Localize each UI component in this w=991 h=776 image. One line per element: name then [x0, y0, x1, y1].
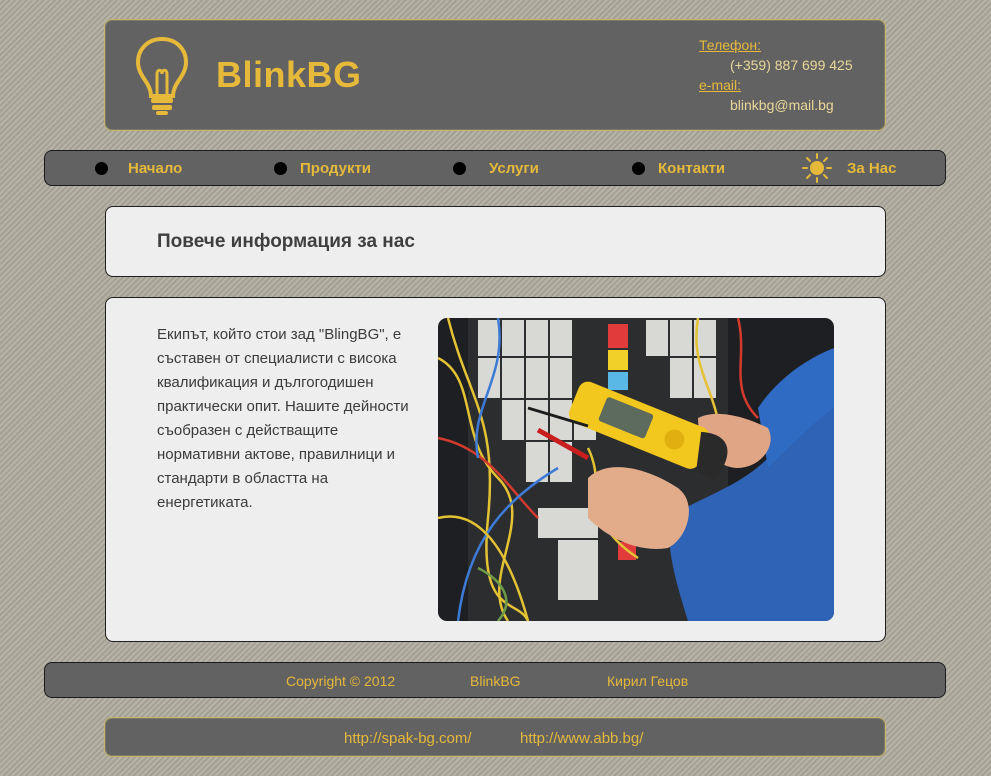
nav-label-products[interactable]: Продукти — [300, 160, 371, 177]
nav-label-services[interactable]: Услуги — [489, 160, 539, 177]
footer: Copyright © 2012 BlinkBG Кирил Гецов — [44, 662, 946, 698]
nav-label-home[interactable]: Начало — [128, 160, 182, 177]
nav-label-contacts[interactable]: Контакти — [658, 160, 725, 177]
phone-value: (+359) 887 699 425 — [730, 57, 853, 73]
link-spak-bg[interactable]: http://spak-bg.com/ — [344, 730, 472, 747]
electrician-photo-illustration — [438, 318, 834, 621]
nav-item-services[interactable] — [453, 151, 466, 185]
contact-info: Телефон: (+359) 887 699 425 e-mail: blin… — [699, 35, 853, 115]
bullet-dot-icon — [274, 161, 287, 175]
title-panel: Повече информация за нас — [105, 206, 886, 277]
email-value: blinkbg@mail.bg — [730, 97, 834, 113]
bullet-dot-icon — [453, 161, 466, 175]
site-logo-text[interactable]: BlinkBG — [216, 54, 362, 96]
lightbulb-icon — [135, 36, 189, 115]
content-panel: Екипът, който стои зад "BlingBG", е съст… — [105, 297, 886, 642]
footer-author: Кирил Гецов — [607, 673, 689, 689]
nav-label-about[interactable]: За Нас — [847, 160, 896, 177]
phone-label: Телефон: — [699, 37, 761, 53]
partner-links: http://spak-bg.com/ http://www.abb.bg/ — [104, 717, 886, 757]
bullet-dot-icon — [95, 161, 108, 175]
main-nav: Начало Продукти Услуги Контакти За Нас — [44, 150, 946, 186]
link-abb[interactable]: http://www.abb.bg/ — [520, 730, 643, 747]
header: BlinkBG Телефон: (+359) 887 699 425 e-ma… — [104, 19, 886, 131]
copyright-text: Copyright © 2012 — [286, 673, 396, 689]
nav-item-home[interactable] — [95, 151, 108, 185]
footer-brand: BlinkBG — [470, 673, 521, 689]
about-text: Екипът, който стои зад "BlingBG", е съст… — [157, 326, 409, 511]
bullet-dot-icon — [632, 161, 645, 175]
nav-item-products[interactable] — [274, 151, 287, 185]
electrician-photo — [438, 318, 834, 621]
sun-icon[interactable] — [802, 153, 832, 183]
page-title: Повече информация за нас — [157, 231, 415, 252]
nav-item-contacts[interactable] — [632, 151, 645, 185]
email-label: e-mail: — [699, 77, 742, 93]
